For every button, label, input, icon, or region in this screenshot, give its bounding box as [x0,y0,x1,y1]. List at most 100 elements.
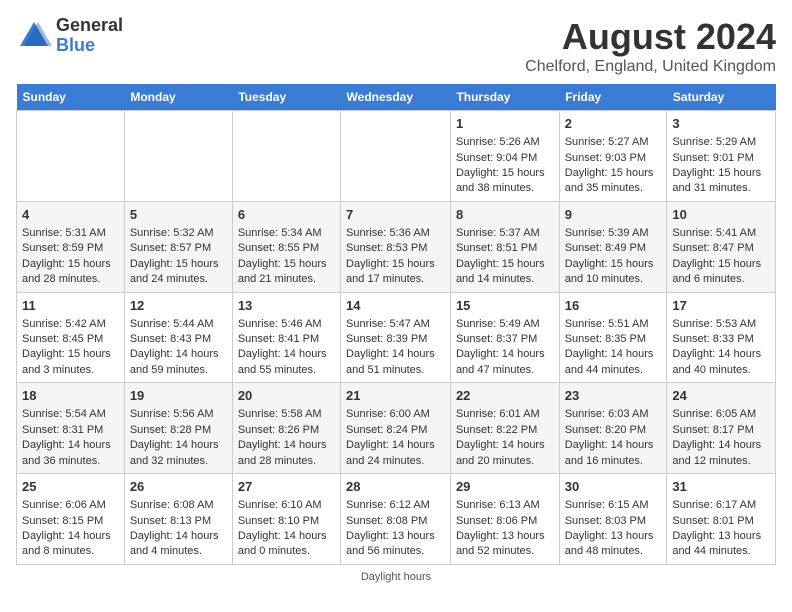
day-header-friday: Friday [559,84,667,111]
daylight-text: Daylight: 14 hours and 55 minutes. [238,347,335,378]
daylight-text: Daylight: 15 hours and 38 minutes. [456,166,554,197]
calendar-cell: 26Sunrise: 6:08 AMSunset: 8:13 PMDayligh… [124,474,232,565]
daylight-text: Daylight: 15 hours and 3 minutes. [22,347,119,378]
sunset-text: Sunset: 8:53 PM [346,241,445,256]
sunset-text: Sunset: 8:35 PM [565,332,662,347]
main-title: August 2024 [525,16,776,58]
sunset-text: Sunset: 8:15 PM [22,514,119,529]
day-header-saturday: Saturday [667,84,776,111]
day-number: 29 [456,478,554,496]
calendar-cell: 20Sunrise: 5:58 AMSunset: 8:26 PMDayligh… [232,383,340,474]
day-number: 6 [238,206,335,224]
sunrise-text: Sunrise: 6:03 AM [565,407,662,422]
calendar-cell: 9Sunrise: 5:39 AMSunset: 8:49 PMDaylight… [559,201,667,292]
day-number: 19 [130,387,227,405]
sunrise-text: Sunrise: 5:58 AM [238,407,335,422]
sunrise-text: Sunrise: 5:56 AM [130,407,227,422]
day-number: 16 [565,297,662,315]
sunrise-text: Sunrise: 5:41 AM [672,226,770,241]
logo-text: General Blue [56,16,123,56]
sunrise-text: Sunrise: 5:47 AM [346,317,445,332]
daylight-text: Daylight: 14 hours and 4 minutes. [130,529,227,560]
day-number: 4 [22,206,119,224]
day-number: 2 [565,115,662,133]
day-number: 14 [346,297,445,315]
logo-general: General [56,16,123,36]
day-header-sunday: Sunday [17,84,125,111]
calendar-cell: 22Sunrise: 6:01 AMSunset: 8:22 PMDayligh… [450,383,559,474]
sunset-text: Sunset: 8:06 PM [456,514,554,529]
daylight-text: Daylight: 14 hours and 44 minutes. [565,347,662,378]
calendar-cell: 25Sunrise: 6:06 AMSunset: 8:15 PMDayligh… [17,474,125,565]
sunrise-text: Sunrise: 5:39 AM [565,226,662,241]
sunrise-text: Sunrise: 5:53 AM [672,317,770,332]
sunrise-text: Sunrise: 5:51 AM [565,317,662,332]
daylight-text: Daylight: 13 hours and 56 minutes. [346,529,445,560]
calendar-cell: 7Sunrise: 5:36 AMSunset: 8:53 PMDaylight… [341,201,451,292]
sunset-text: Sunset: 8:28 PM [130,423,227,438]
day-number: 28 [346,478,445,496]
day-header-tuesday: Tuesday [232,84,340,111]
daylight-text: Daylight: 14 hours and 47 minutes. [456,347,554,378]
week-row-3: 11Sunrise: 5:42 AMSunset: 8:45 PMDayligh… [17,292,776,383]
daylight-text: Daylight: 14 hours and 8 minutes. [22,529,119,560]
daylight-text: Daylight: 15 hours and 35 minutes. [565,166,662,197]
sunset-text: Sunset: 8:51 PM [456,241,554,256]
calendar-cell [124,111,232,202]
calendar-cell [341,111,451,202]
calendar-cell: 11Sunrise: 5:42 AMSunset: 8:45 PMDayligh… [17,292,125,383]
sunset-text: Sunset: 8:13 PM [130,514,227,529]
daylight-text: Daylight: 14 hours and 12 minutes. [672,438,770,469]
calendar-cell: 13Sunrise: 5:46 AMSunset: 8:41 PMDayligh… [232,292,340,383]
calendar-cell: 10Sunrise: 5:41 AMSunset: 8:47 PMDayligh… [667,201,776,292]
day-number: 10 [672,206,770,224]
calendar-cell: 29Sunrise: 6:13 AMSunset: 8:06 PMDayligh… [450,474,559,565]
sunset-text: Sunset: 9:03 PM [565,151,662,166]
sunset-text: Sunset: 8:10 PM [238,514,335,529]
sunset-text: Sunset: 8:55 PM [238,241,335,256]
daylight-text: Daylight: 15 hours and 10 minutes. [565,257,662,288]
sunrise-text: Sunrise: 5:34 AM [238,226,335,241]
sunset-text: Sunset: 9:04 PM [456,151,554,166]
calendar-cell: 5Sunrise: 5:32 AMSunset: 8:57 PMDaylight… [124,201,232,292]
daylight-text: Daylight: 15 hours and 17 minutes. [346,257,445,288]
daylight-text: Daylight: 13 hours and 44 minutes. [672,529,770,560]
day-header-monday: Monday [124,84,232,111]
calendar-cell: 21Sunrise: 6:00 AMSunset: 8:24 PMDayligh… [341,383,451,474]
sunrise-text: Sunrise: 6:17 AM [672,498,770,513]
day-number: 31 [672,478,770,496]
sunset-text: Sunset: 8:17 PM [672,423,770,438]
subtitle: Chelford, England, United Kingdom [525,58,776,76]
sunrise-text: Sunrise: 6:05 AM [672,407,770,422]
calendar-cell: 14Sunrise: 5:47 AMSunset: 8:39 PMDayligh… [341,292,451,383]
title-block: August 2024 Chelford, England, United Ki… [525,16,776,76]
week-row-4: 18 Sunrise: 5:54 AMSunset: 8:31 PM Dayligh… [17,383,776,474]
daylight-text: Daylight: 13 hours and 52 minutes. [456,529,554,560]
day-number: 25 [22,478,119,496]
day-number: 17 [672,297,770,315]
calendar-cell: 2Sunrise: 5:27 AMSunset: 9:03 PMDaylight… [559,111,667,202]
daylight-text: Daylight: 15 hours and 21 minutes. [238,257,335,288]
calendar-cell: 30Sunrise: 6:15 AMSunset: 8:03 PMDayligh… [559,474,667,565]
day-number: 8 [456,206,554,224]
daylight-text: Daylight: 14 hours and 24 minutes. [346,438,445,469]
calendar-cell: 1Sunrise: 5:26 AMSunset: 9:04 PMDaylight… [450,111,559,202]
day-header-wednesday: Wednesday [341,84,451,111]
sunset-text: Sunset: 8:01 PM [672,514,770,529]
day-number: 24 [672,387,770,405]
day-header-thursday: Thursday [450,84,559,111]
day-number: 3 [672,115,770,133]
day-number: 5 [130,206,227,224]
sunset-text: Sunset: 8:31 PM [22,423,119,438]
sunset-text: Sunset: 8:33 PM [672,332,770,347]
day-number: 18 [22,387,119,405]
calendar-cell: 19Sunrise: 5:56 AMSunset: 8:28 PMDayligh… [124,383,232,474]
sunset-text: Sunset: 8:47 PM [672,241,770,256]
sunrise-text: Sunrise: 5:54 AM [22,407,119,422]
calendar-cell: 16 Sunrise: 5:51 AMSunset: 8:35 PMDayligh… [559,292,667,383]
sunset-text: Sunset: 8:37 PM [456,332,554,347]
daylight-text: Daylight: 14 hours and 0 minutes. [238,529,335,560]
day-number: 30 [565,478,662,496]
week-row-1: 1Sunrise: 5:26 AMSunset: 9:04 PMDaylight… [17,111,776,202]
day-number: 21 [346,387,445,405]
